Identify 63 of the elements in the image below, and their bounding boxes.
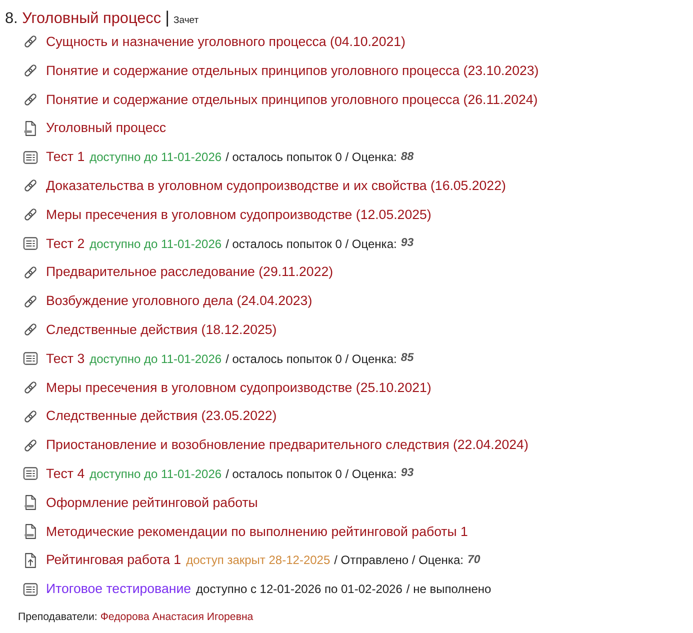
item-link[interactable]: Возбуждение уголовного дела (24.04.2023) [46,291,312,312]
availability-text: доступно до 11-01-2026 [90,466,222,483]
item-link[interactable]: Итоговое тестирование [46,579,192,600]
item-link[interactable]: Следственные действия (18.12.2025) [46,320,277,340]
link-icon [23,63,38,78]
grade-value: 70 [467,552,480,568]
list-icon [23,351,38,366]
link-icon [23,322,38,338]
item-link[interactable]: Тест 3 [46,348,85,369]
section-title-link[interactable]: Уголовный процесс [22,10,162,27]
status-text: / осталось попыток 0 / Оценка: [226,236,397,253]
grade-value: 93 [400,236,414,251]
separator-text: | [165,8,170,27]
document-icon [23,495,38,510]
link-icon [23,438,38,453]
list-icon [23,236,38,252]
status-text: / Отправлено / Оценка: [334,552,464,570]
item-link[interactable]: Методические рекомендации по выполнению рейтинговой работы 1 [46,522,468,542]
item-link[interactable]: Тест 1 [46,147,85,168]
list-icon [23,582,38,597]
link-icon [23,92,38,108]
list-icon [23,466,38,482]
item-link[interactable]: Оформление рейтинговой работы [46,492,258,513]
item-link[interactable]: Доказательства в уголовном судопроизводстве и их свойства (16.05.2022) [46,176,506,196]
status-text: / осталось попыток 0 / Оценка: [226,149,397,166]
link-icon [23,34,38,50]
status-text: / осталось попыток 0 / Оценка: [226,466,397,483]
item-link[interactable]: Меры пресечения в уголовном судопроизводстве (25.10.2021) [46,378,432,398]
item-link[interactable]: Предварительное расследование (29.11.2022) [46,262,334,282]
document-icon [23,120,38,136]
status-text: / не выполнено [406,581,492,598]
item-link[interactable]: Следственные действия (23.05.2022) [46,406,277,426]
link-icon [23,408,38,424]
item-link[interactable]: Понятие и содержание отдельных принципов уголовного процесса (26.11.2024) [46,90,538,110]
item-link[interactable]: Меры пресечения в уголовном судопроизводстве (12.05.2025) [46,204,432,225]
item-link[interactable]: Уголовный процесс [46,118,166,138]
link-icon [23,380,38,396]
teachers-label: Преподаватели: [18,610,98,623]
link-icon [23,207,38,222]
status-text: / осталось попыток 0 / Оценка: [226,350,397,368]
exam-type-label: Зачет [174,15,199,26]
item-link[interactable]: Тест 2 [46,234,85,254]
availability-text: доступно с 12-01-2026 по 01-02-2026 [196,581,402,598]
section-number: 8. [5,10,18,27]
link-icon [23,294,38,309]
grade-value: 93 [400,466,414,482]
item-link[interactable]: Понятие и содержание отдельных принципов уголовного процесса (23.10.2023) [46,60,539,81]
item-link[interactable]: Приостановление и возобновление предварительного следствия (22.04.2024) [46,435,528,456]
document-icon [23,524,38,540]
availability-text: доступно до 11-01-2026 [90,236,222,253]
item-link[interactable]: Сущность и назначение уголовного процесса (04.10.2021) [46,32,406,52]
link-icon [23,264,38,280]
list-icon [23,150,38,165]
availability-text: доступно до 11-01-2026 [90,149,222,166]
item-link[interactable]: Рейтинговая работа 1 [46,550,182,570]
availability-text: доступ закрыт 28-12-2025 [186,552,330,570]
link-icon [23,178,38,194]
file-upload-icon [23,552,38,568]
item-link[interactable]: Тест 4 [46,464,85,484]
grade-value: 88 [400,150,414,165]
teacher-name-link[interactable]: Федорова Анастасия Игоревна [100,610,254,623]
grade-value: 85 [400,351,414,366]
availability-text: доступно до 11-01-2026 [90,350,222,368]
